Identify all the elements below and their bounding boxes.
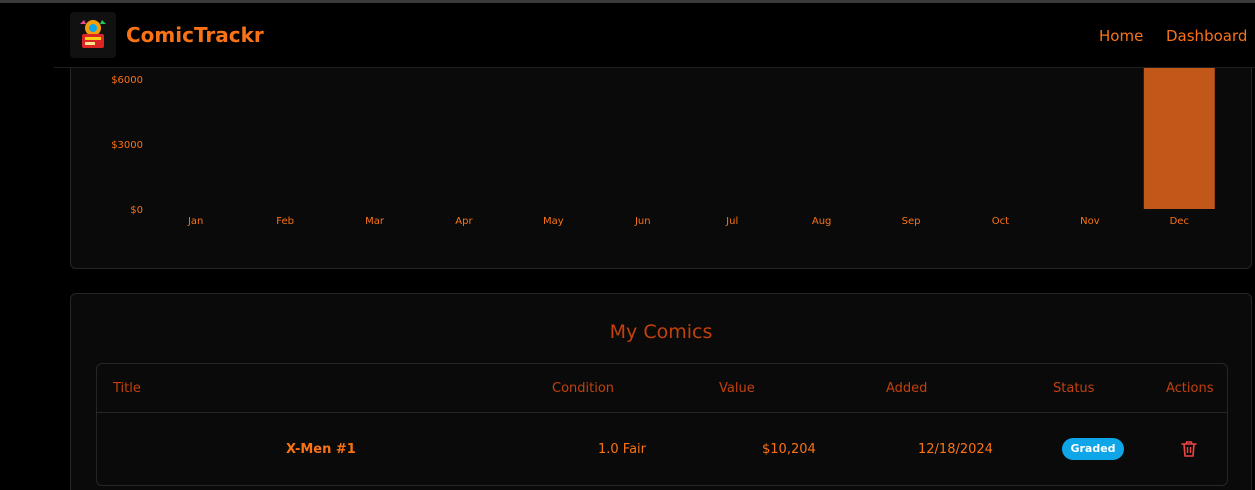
comictrackr-logo[interactable] [70,12,116,58]
column-header-actions: Actions [1166,381,1214,396]
comic-condition: 1.0 Fair [598,442,647,457]
x-tick-label: Sep [902,216,921,227]
y-tick-label: $3000 [111,140,143,151]
nav-dashboard-link[interactable]: Dashboard [1166,27,1247,45]
trash-icon[interactable] [1181,440,1197,458]
x-tick-label: Apr [455,216,473,227]
x-tick-label: Nov [1080,216,1100,227]
x-tick-label: Mar [365,216,385,227]
column-header-status: Status [1053,381,1095,396]
y-tick-label: $0 [130,205,143,216]
comic-title[interactable]: X-Men #1 [286,442,356,457]
comics-table: Title Condition Value Added Status Actio… [96,363,1228,486]
table-header-divider [97,412,1227,413]
y-tick-label: $6000 [111,75,143,86]
column-header-added: Added [886,381,928,396]
nav-home-link[interactable]: Home [1099,27,1143,45]
x-tick-label: Feb [276,216,294,227]
value-chart-card: $0 $3000 $6000 Jan Feb Mar Apr May Jun Jul Aug Sep O… [70,40,1252,269]
x-tick-label: May [543,216,564,227]
status-badge: Graded [1062,438,1124,460]
x-tick-label: Dec [1170,216,1189,227]
x-tick-label: Jun [634,216,651,227]
x-tick-label: Oct [992,216,1009,227]
brand-name[interactable]: ComicTrackr [126,23,264,47]
column-header-title: Title [113,381,141,396]
x-tick-label: Aug [812,216,832,227]
section-title: My Comics [609,321,713,343]
my-comics-card: My Comics Title Condition Value Added St… [70,293,1252,490]
column-header-condition: Condition [552,381,615,396]
comic-added-date: 12/18/2024 [918,442,993,457]
monthly-value-chart: $0 $3000 $6000 Jan Feb Mar Apr May Jun Jul Aug Sep O… [111,40,1215,227]
x-tick-label: Jan [187,216,203,227]
x-tick-label: Jul [725,216,738,227]
column-header-value: Value [719,381,755,396]
comic-value: $10,204 [762,442,816,457]
navbar: ComicTrackr Home Dashboard [54,3,1255,68]
